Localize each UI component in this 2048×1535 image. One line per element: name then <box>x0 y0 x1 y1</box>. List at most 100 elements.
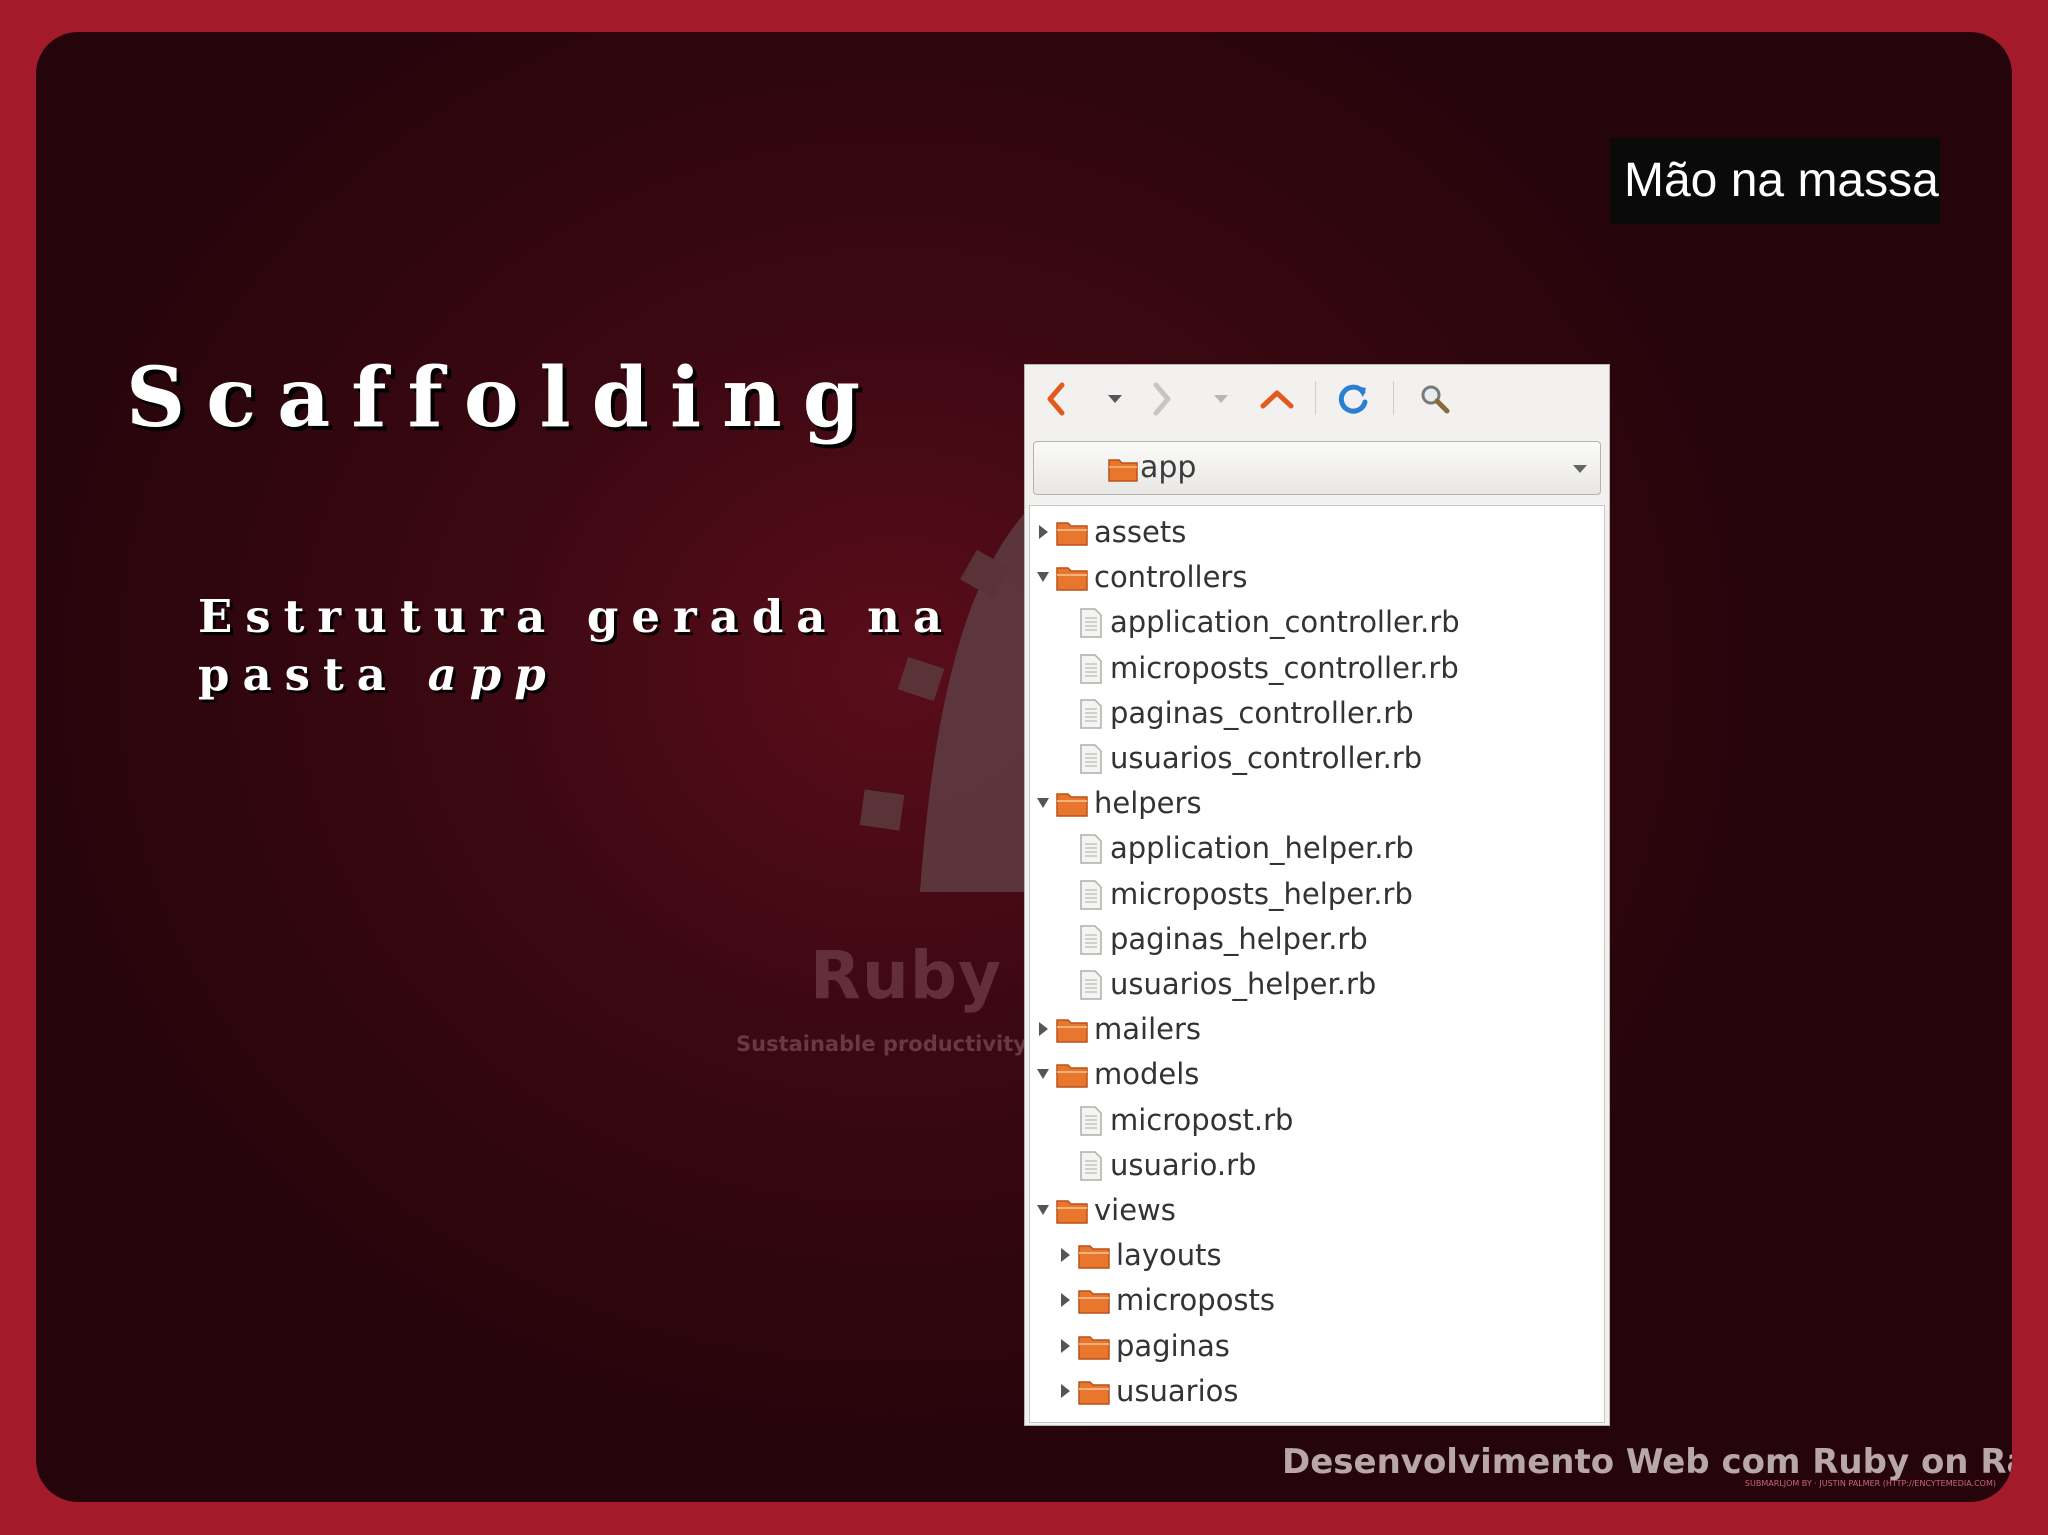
forward-icon <box>1153 382 1171 416</box>
tree-file-row[interactable]: micropost.rb <box>1030 1098 1604 1143</box>
tree-item-label: mailers <box>1094 1012 1202 1047</box>
folder-icon <box>1056 1200 1088 1224</box>
tree-file-row[interactable]: usuario.rb <box>1030 1143 1604 1188</box>
toolbar-separator <box>1315 381 1316 415</box>
slide-footer: Desenvolvimento Web com Ruby on Rails <box>1282 1442 2012 1482</box>
history-dropdown-icon <box>1108 395 1122 403</box>
search-icon <box>1421 385 1450 414</box>
expander-expanded-icon[interactable] <box>1036 795 1050 811</box>
forward-history-dropdown-icon <box>1214 395 1228 403</box>
tree-item-label: application_helper.rb <box>1110 831 1414 866</box>
tree-item-label: usuarios <box>1116 1373 1239 1408</box>
up-button[interactable] <box>1257 379 1297 419</box>
file-icon <box>1080 834 1102 865</box>
tree-file-row[interactable]: paginas_controller.rb <box>1030 691 1604 736</box>
tree-item-label: usuarios_helper.rb <box>1110 967 1377 1001</box>
expander-collapsed-icon[interactable] <box>1036 524 1050 540</box>
folder-icon <box>1108 459 1138 482</box>
tree-file-row[interactable]: microposts_helper.rb <box>1030 872 1604 917</box>
tree-folder-row[interactable]: assets <box>1030 510 1604 555</box>
slide-title: Scaffolding <box>126 350 882 446</box>
tree-item-label: application_controller.rb <box>1110 605 1460 640</box>
slide-credit: SUBMARLJOM BY · JUSTIN PALMER (HTTP://EN… <box>1744 1479 1996 1488</box>
chevron-down-icon <box>1573 465 1587 473</box>
folder-icon <box>1078 1290 1110 1315</box>
tree-file-row[interactable]: application_helper.rb <box>1030 826 1604 871</box>
search-button[interactable] <box>1415 379 1455 419</box>
folder-icon <box>1078 1335 1110 1360</box>
file-icon <box>1080 970 1102 1000</box>
tree-item-label: usuarios_controller.rb <box>1110 741 1423 775</box>
tree-item-label: controllers <box>1094 560 1248 595</box>
subtitle-line-2: pasta app <box>198 646 955 704</box>
tree-file-row[interactable]: paginas_helper.rb <box>1030 917 1604 962</box>
watermark-tagline: Sustainable productivity for <box>736 1032 1069 1056</box>
folder-icon <box>1078 1381 1110 1405</box>
folder-icon <box>1056 793 1088 817</box>
forward-button[interactable] <box>1147 379 1177 419</box>
expander-expanded-icon[interactable] <box>1036 569 1050 585</box>
tree-folder-row[interactable]: usuarios <box>1030 1369 1604 1414</box>
tree-folder-row[interactable]: paginas <box>1030 1324 1604 1369</box>
tree-item-label: microposts_helper.rb <box>1110 876 1413 911</box>
tree-item-label: models <box>1094 1057 1200 1092</box>
location-dropdown[interactable]: app <box>1033 441 1601 495</box>
tree-item-label: usuario.rb <box>1110 1147 1257 1182</box>
expander-collapsed-icon[interactable] <box>1058 1247 1072 1263</box>
section-badge: Mão na massa <box>1610 138 1940 224</box>
tree-item-label: microposts <box>1116 1283 1276 1318</box>
tree-item-label: microposts_controller.rb <box>1110 650 1459 685</box>
tree-folder-row[interactable]: mailers <box>1030 1007 1604 1052</box>
tree-file-row[interactable]: microposts_controller.rb <box>1030 646 1604 691</box>
tree-item-label: views <box>1094 1193 1176 1227</box>
reload-icon <box>1338 384 1368 414</box>
subtitle-prefix: pasta <box>198 648 399 701</box>
up-icon <box>1260 390 1294 409</box>
expander-expanded-icon[interactable] <box>1036 1202 1050 1218</box>
reload-button[interactable] <box>1333 379 1373 419</box>
tree-item-label: micropost.rb <box>1110 1102 1294 1137</box>
tree-file-row[interactable]: usuarios_helper.rb <box>1030 962 1604 1007</box>
tree-folder-row[interactable]: helpers <box>1030 781 1604 826</box>
tree-folder-row[interactable]: views <box>1030 1188 1604 1233</box>
folder-icon <box>1078 1245 1110 1269</box>
file-icon <box>1080 925 1102 955</box>
tree-item-label: assets <box>1094 515 1187 549</box>
file-icon <box>1080 608 1102 639</box>
forward-history-dropdown-button[interactable] <box>1209 379 1233 419</box>
file-icon <box>1080 699 1102 729</box>
tree-file-row[interactable]: application_controller.rb <box>1030 600 1604 645</box>
location-value: app <box>1140 450 1197 485</box>
slide-subtitle: Estrutura gerada na pasta app <box>198 588 955 704</box>
rails-logo-dot-3 <box>859 789 905 831</box>
file-icon <box>1080 653 1102 684</box>
tree-folder-row[interactable]: microposts <box>1030 1278 1604 1323</box>
tree-item-label: paginas_controller.rb <box>1110 695 1414 730</box>
tree-folder-row[interactable]: layouts <box>1030 1233 1604 1278</box>
expander-expanded-icon[interactable] <box>1036 1066 1050 1082</box>
expander-collapsed-icon[interactable] <box>1036 1021 1050 1037</box>
expander-collapsed-icon[interactable] <box>1058 1338 1072 1354</box>
expander-collapsed-icon[interactable] <box>1058 1383 1072 1399</box>
tree-item-label: helpers <box>1094 786 1202 821</box>
subtitle-line-1: Estrutura gerada na <box>198 590 956 643</box>
expander-collapsed-icon[interactable] <box>1058 1292 1072 1308</box>
history-dropdown-button[interactable] <box>1103 379 1127 419</box>
toolbar-separator <box>1393 381 1394 415</box>
folder-icon <box>1056 1019 1088 1043</box>
folder-icon <box>1056 567 1088 591</box>
tree-folder-row[interactable]: models <box>1030 1052 1604 1097</box>
back-button[interactable] <box>1041 379 1071 419</box>
folder-icon <box>1056 522 1088 546</box>
file-icon <box>1080 1105 1102 1136</box>
back-icon <box>1047 382 1065 416</box>
folder-icon <box>1056 1064 1088 1089</box>
toolbar <box>1025 365 1609 435</box>
tree-item-label: paginas_helper.rb <box>1110 921 1368 956</box>
file-icon <box>1080 879 1102 910</box>
tree-file-row[interactable]: usuarios_controller.rb <box>1030 736 1604 781</box>
tree-folder-row[interactable]: controllers <box>1030 555 1604 600</box>
file-tree: assets controllers application_controller.… <box>1029 505 1605 1423</box>
tree-item-label: layouts <box>1116 1238 1222 1273</box>
tree-item-label: paginas <box>1116 1328 1230 1363</box>
